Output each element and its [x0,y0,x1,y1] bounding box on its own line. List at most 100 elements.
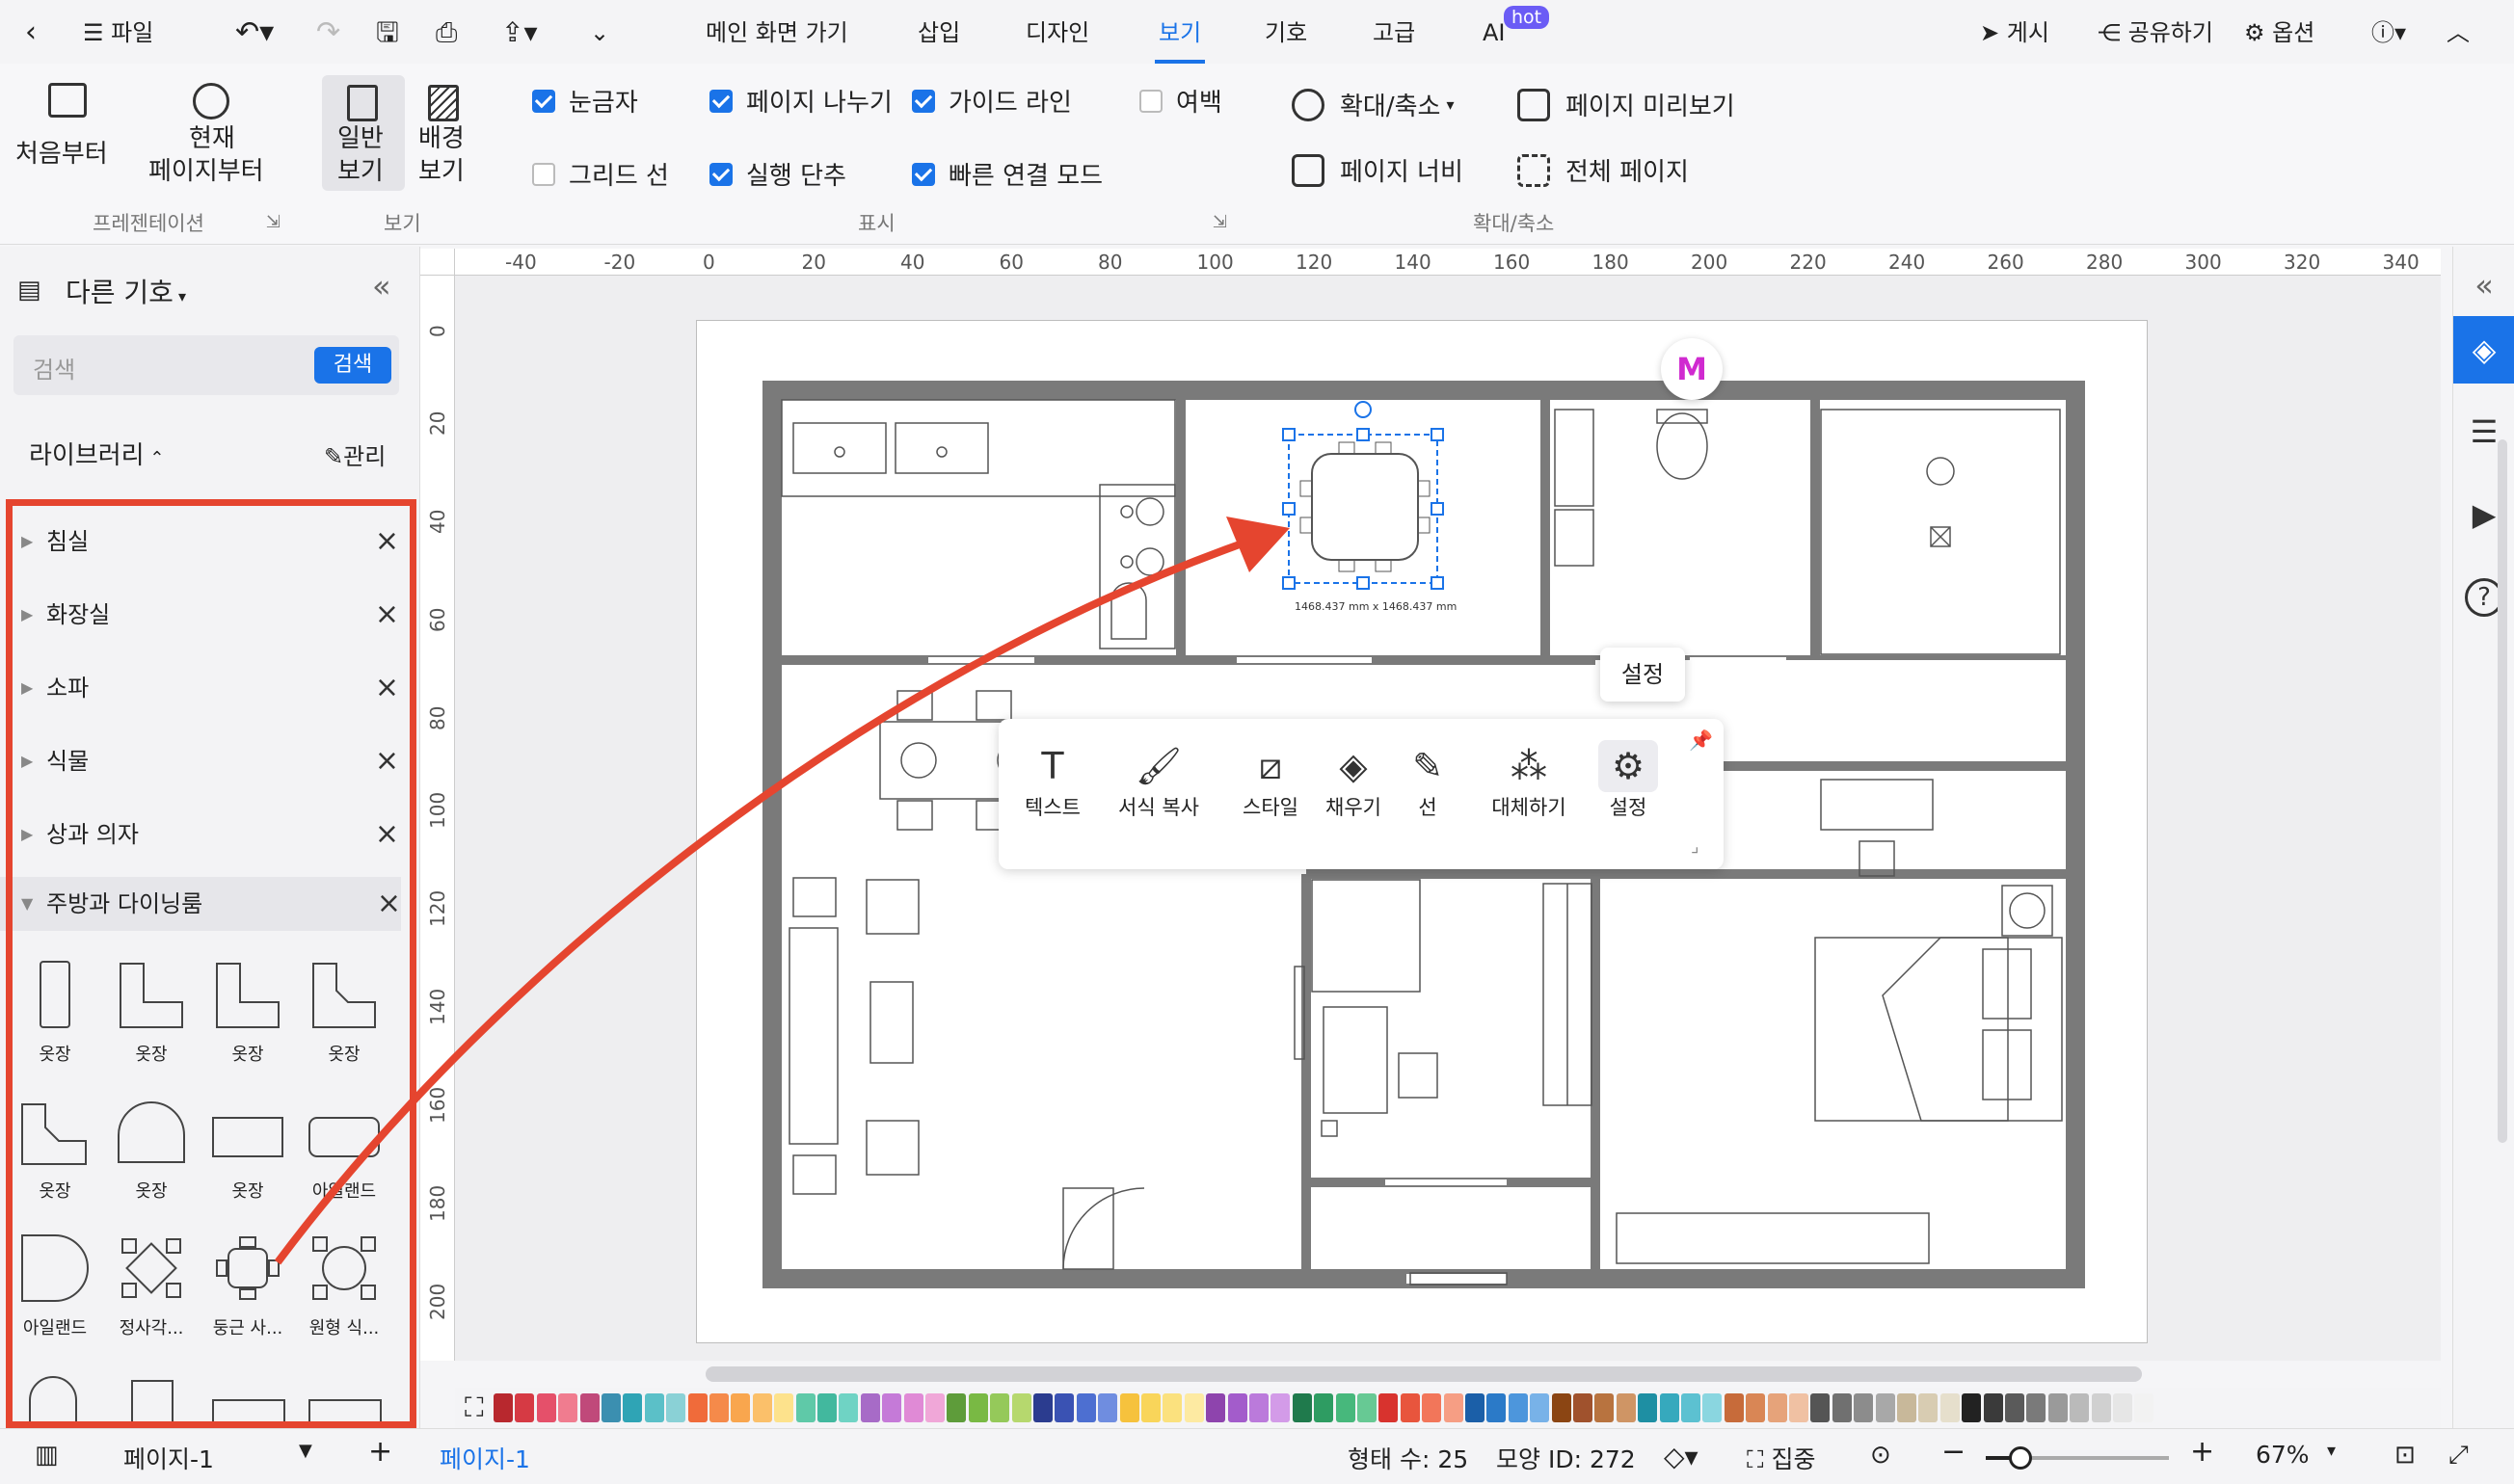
color-swatch[interactable] [1702,1393,1723,1422]
color-swatch[interactable] [1249,1393,1269,1422]
color-swatch[interactable] [1098,1393,1118,1422]
color-swatch[interactable] [666,1393,686,1422]
color-swatch[interactable] [494,1393,513,1422]
page-tab[interactable]: 페이지-1 [440,1441,530,1475]
color-swatch[interactable] [579,1393,600,1422]
color-swatch[interactable] [1378,1393,1399,1422]
pin-icon[interactable]: 📌 [1689,729,1713,752]
color-swatch[interactable] [558,1393,578,1422]
color-swatch[interactable] [1767,1393,1787,1422]
color-swatch[interactable] [882,1393,902,1422]
color-swatch[interactable] [947,1393,967,1422]
color-swatch[interactable] [1465,1393,1484,1422]
layers-icon[interactable]: ◇▾ [1664,1441,1698,1472]
color-swatch[interactable] [1724,1393,1744,1422]
color-swatch[interactable] [925,1393,945,1422]
color-swatch[interactable] [817,1393,837,1422]
fill-paint-icon[interactable]: ◈ [2453,316,2514,384]
color-swatch[interactable] [1530,1393,1550,1422]
color-swatch[interactable] [1270,1393,1291,1422]
color-swatch[interactable] [1810,1393,1831,1422]
style-button[interactable]: ⧄ 스타일 [1230,740,1311,821]
color-swatch[interactable] [1400,1393,1420,1422]
color-swatch[interactable] [536,1393,556,1422]
zoom-in-button[interactable]: + [2190,1435,2214,1469]
color-swatch[interactable] [1875,1393,1895,1422]
color-swatch[interactable] [1659,1393,1679,1422]
color-swatch[interactable] [968,1393,988,1422]
color-swatch[interactable] [731,1393,751,1422]
color-swatch[interactable] [1897,1393,1916,1422]
color-swatch[interactable] [990,1393,1010,1422]
color-swatch[interactable] [1443,1393,1463,1422]
fullscreen-icon[interactable]: ⤢ [2448,1441,2469,1471]
chevron-down-icon[interactable]: ▼ [299,1441,312,1461]
focus-button[interactable]: ⛶ 집중 [1747,1441,1815,1475]
zoom-level[interactable]: 67% [2256,1441,2310,1469]
color-swatch[interactable] [515,1393,535,1422]
color-swatch[interactable] [644,1393,664,1422]
color-swatch[interactable] [1292,1393,1312,1422]
fill-bucket-icon[interactable]: ⛶ [465,1391,484,1424]
play-icon[interactable]: ⊙ [1870,1441,1891,1470]
color-swatch[interactable] [1681,1393,1700,1422]
color-swatch[interactable] [1184,1393,1204,1422]
settings-button[interactable]: ⚙ 설정 [1594,740,1662,821]
color-swatch[interactable] [1335,1393,1355,1422]
add-page-icon[interactable]: + [368,1435,392,1469]
color-swatch[interactable] [1616,1393,1636,1422]
color-swatch[interactable] [2070,1393,2090,1422]
color-swatch[interactable] [2026,1393,2046,1422]
format-painter-button[interactable]: 🖌 서식 복사 [1105,740,1213,821]
color-swatch[interactable] [752,1393,772,1422]
color-swatch[interactable] [1486,1393,1507,1422]
color-swatch[interactable] [839,1393,859,1422]
text-tool-button[interactable]: T 텍스트 [1012,740,1093,821]
vertical-scrollbar[interactable] [2498,439,2507,1143]
horizontal-scrollbar[interactable] [706,1366,2142,1382]
chevron-down-icon[interactable]: ▾ [2327,1441,2336,1461]
color-swatch[interactable] [709,1393,729,1422]
color-swatch[interactable] [2091,1393,2111,1422]
color-swatch[interactable] [1854,1393,1874,1422]
color-swatch[interactable] [1357,1393,1377,1422]
color-swatch[interactable] [1832,1393,1852,1422]
color-swatch[interactable] [1055,1393,1075,1422]
replace-button[interactable]: ⁂ 대체하기 [1481,740,1577,821]
line-button[interactable]: ✎ 선 [1392,740,1463,821]
color-swatch[interactable] [623,1393,643,1422]
color-swatch[interactable] [1939,1393,1960,1422]
color-swatch[interactable] [1746,1393,1766,1422]
collapse-toolbar-icon[interactable]: ⌟ [1691,836,1698,857]
color-swatch[interactable] [903,1393,923,1422]
color-swatch[interactable] [1033,1393,1053,1422]
color-swatch[interactable] [2134,1393,2154,1422]
color-swatch[interactable] [1163,1393,1183,1422]
color-swatch[interactable] [1508,1393,1528,1422]
fit-page-icon[interactable]: ⊡ [2394,1441,2416,1470]
color-swatch[interactable] [2113,1393,2132,1422]
page-list-icon[interactable]: ▥ [35,1441,59,1470]
color-swatch[interactable] [1594,1393,1615,1422]
color-swatch[interactable] [860,1393,880,1422]
color-swatch[interactable] [2047,1393,2068,1422]
color-swatch[interactable] [1918,1393,1939,1422]
color-swatch[interactable] [1076,1393,1096,1422]
color-swatch[interactable] [1119,1393,1139,1422]
color-swatch[interactable] [1551,1393,1571,1422]
color-swatch[interactable] [687,1393,708,1422]
color-swatch[interactable] [1638,1393,1658,1422]
color-swatch[interactable] [1573,1393,1592,1422]
color-swatch[interactable] [1011,1393,1031,1422]
color-swatch[interactable] [602,1393,621,1422]
color-swatch[interactable] [774,1393,794,1422]
color-swatch[interactable] [1983,1393,2003,1422]
color-swatch[interactable] [1789,1393,1808,1422]
color-swatch[interactable] [1227,1393,1247,1422]
color-swatch[interactable] [1962,1393,1982,1422]
expand-panel-icon[interactable]: « [2465,266,2503,305]
color-swatch[interactable] [1422,1393,1442,1422]
zoom-out-button[interactable]: − [1941,1435,1966,1469]
page-select-dropdown[interactable]: 페이지-1 [123,1441,214,1475]
color-swatch[interactable] [1206,1393,1226,1422]
